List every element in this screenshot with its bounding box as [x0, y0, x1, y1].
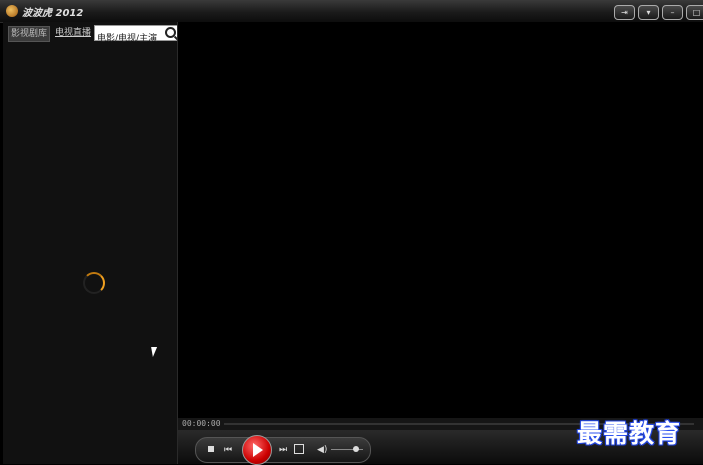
- window-controls: ⇥ ▾ – □: [614, 5, 703, 20]
- tab-tv-live[interactable]: 电视直播: [53, 26, 93, 40]
- video-area[interactable]: [178, 40, 703, 418]
- loading-spinner-icon: [83, 272, 105, 294]
- app-title: 波波虎 2012: [22, 8, 84, 19]
- minimize-button[interactable]: –: [662, 5, 683, 20]
- left-panel: 影视剧库 电视直播: [3, 22, 179, 464]
- pin-button[interactable]: ⇥: [614, 5, 635, 20]
- search-icon[interactable]: [165, 27, 176, 38]
- fullscreen-icon[interactable]: [294, 444, 304, 454]
- menu-button[interactable]: ▾: [638, 5, 659, 20]
- volume-icon[interactable]: ◀): [317, 445, 327, 455]
- player-top-strip: [178, 22, 703, 41]
- watermark-logo: 最需教育: [577, 419, 682, 448]
- time-display: 00:00:00: [182, 419, 221, 428]
- volume-knob[interactable]: [353, 446, 359, 452]
- search-box: [94, 25, 179, 45]
- stop-icon[interactable]: [208, 446, 214, 452]
- mouse-cursor-icon: [151, 347, 159, 357]
- next-icon[interactable]: ⏭: [279, 445, 287, 455]
- maximize-button[interactable]: □: [686, 5, 703, 20]
- search-input[interactable]: [95, 30, 165, 45]
- app-logo-icon: [6, 5, 18, 17]
- play-icon[interactable]: [242, 435, 272, 465]
- title-bar[interactable]: 波波虎 2012 ⇥ ▾ – □: [0, 0, 703, 23]
- tab-video-library[interactable]: 影视剧库: [8, 26, 51, 42]
- prev-icon[interactable]: ⏮: [224, 445, 232, 455]
